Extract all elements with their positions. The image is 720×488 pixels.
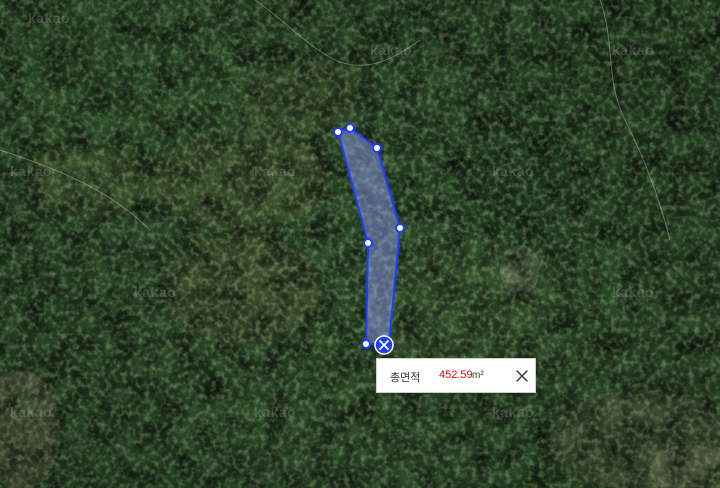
vertex-handle [395,223,405,233]
vertex-handle [333,127,343,137]
kakao-watermark: kakao [10,163,53,179]
kakao-watermark: kakao [612,42,655,58]
vertex-handle [361,339,371,349]
vertex-handle [372,143,382,153]
total-area-value: 452.59 [439,369,473,381]
kakao-watermark: kakao [492,163,535,179]
satellite-map[interactable] [0,0,720,488]
delete-measure-button[interactable] [374,335,394,355]
kakao-watermark: kakao [134,284,177,300]
total-area-popup: 총면적 452.59 m² [376,358,536,393]
close-icon[interactable] [514,368,530,384]
kakao-watermark: kakao [612,284,655,300]
vertex-handle [363,238,373,248]
total-area-label: 총면적 [390,372,421,384]
kakao-watermark: kakao [254,163,297,179]
kakao-watermark: kakao [492,404,535,420]
vertex-handle [345,123,355,133]
kakao-watermark: kakao [28,10,71,26]
kakao-watermark: kakao [370,42,413,58]
kakao-watermark: kakao [254,404,297,420]
area-unit: m² [472,370,484,381]
kakao-watermark: kakao [10,404,53,420]
